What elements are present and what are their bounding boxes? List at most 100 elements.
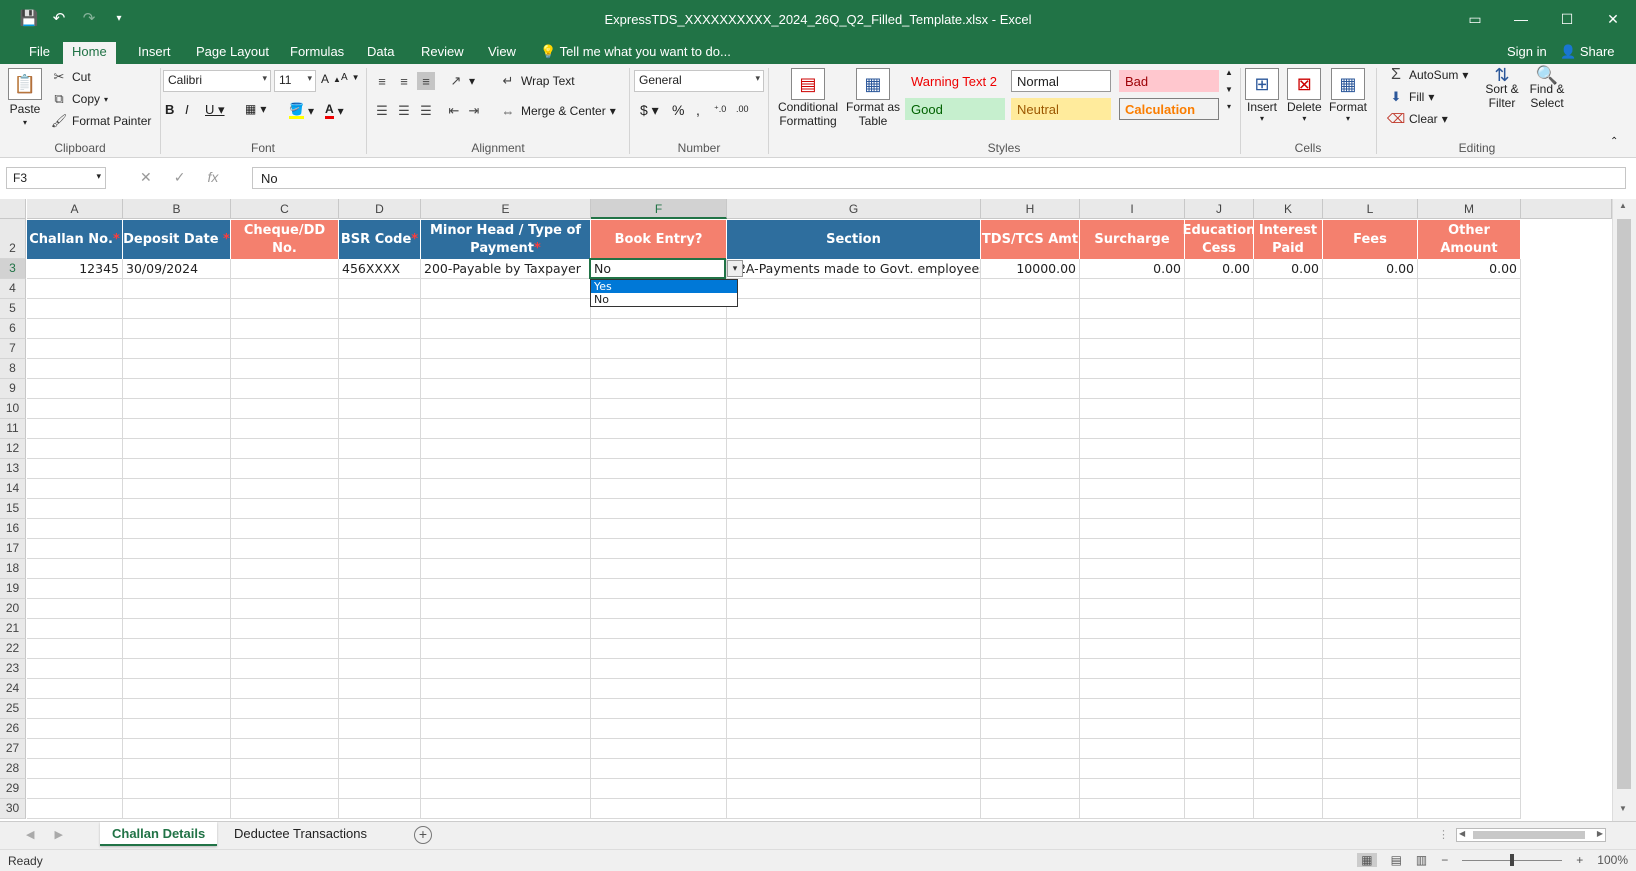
row-header-29[interactable]: 29 bbox=[0, 779, 26, 799]
cell[interactable] bbox=[27, 699, 123, 719]
cell[interactable] bbox=[339, 319, 421, 339]
enter-icon[interactable]: ✓ bbox=[174, 169, 186, 186]
cell[interactable] bbox=[1185, 399, 1254, 419]
cell[interactable] bbox=[231, 759, 339, 779]
page-break-view-icon[interactable]: ▥ bbox=[1416, 853, 1427, 867]
cell[interactable] bbox=[339, 599, 421, 619]
cell[interactable] bbox=[123, 799, 231, 819]
row-header-30[interactable]: 30 bbox=[0, 799, 26, 819]
row-header-10[interactable]: 10 bbox=[0, 399, 26, 419]
cell[interactable] bbox=[591, 799, 727, 819]
cell[interactable] bbox=[727, 499, 981, 519]
cell[interactable] bbox=[981, 599, 1080, 619]
cell[interactable] bbox=[231, 599, 339, 619]
format-painter-button[interactable]: 🖌 Format Painter bbox=[50, 112, 152, 130]
font-color-button[interactable]: A ▾ bbox=[325, 102, 344, 119]
currency-button[interactable]: $ ▾ bbox=[640, 102, 659, 119]
cell[interactable] bbox=[1080, 779, 1185, 799]
cell[interactable] bbox=[1418, 499, 1521, 519]
cell[interactable] bbox=[421, 439, 591, 459]
column-header-f[interactable]: F bbox=[591, 199, 727, 219]
cell[interactable] bbox=[1323, 599, 1418, 619]
cell[interactable] bbox=[339, 539, 421, 559]
cell[interactable] bbox=[421, 759, 591, 779]
cell[interactable] bbox=[339, 739, 421, 759]
cell[interactable] bbox=[339, 419, 421, 439]
cell[interactable] bbox=[1418, 519, 1521, 539]
header-cell-a[interactable]: Challan No.* bbox=[27, 220, 123, 259]
cell[interactable] bbox=[421, 459, 591, 479]
cell[interactable] bbox=[1323, 399, 1418, 419]
cell[interactable] bbox=[981, 739, 1080, 759]
column-header-a[interactable]: A bbox=[27, 199, 123, 219]
cell[interactable] bbox=[1418, 679, 1521, 699]
cell[interactable] bbox=[421, 339, 591, 359]
cell[interactable] bbox=[1254, 759, 1323, 779]
cell[interactable] bbox=[231, 399, 339, 419]
cell[interactable] bbox=[1323, 519, 1418, 539]
row-header-26[interactable]: 26 bbox=[0, 719, 26, 739]
bold-button[interactable]: B bbox=[165, 102, 174, 117]
cell[interactable] bbox=[1185, 559, 1254, 579]
cell[interactable] bbox=[727, 399, 981, 419]
cell[interactable] bbox=[591, 579, 727, 599]
cell[interactable] bbox=[27, 759, 123, 779]
cell[interactable] bbox=[1080, 459, 1185, 479]
cell[interactable] bbox=[1080, 279, 1185, 299]
cell[interactable] bbox=[27, 799, 123, 819]
tab-file[interactable]: File bbox=[20, 42, 59, 64]
styles-scroll[interactable]: ▲ ▼ ▾ bbox=[1225, 68, 1233, 111]
cell[interactable] bbox=[591, 459, 727, 479]
cell[interactable] bbox=[1185, 679, 1254, 699]
cell[interactable] bbox=[1080, 319, 1185, 339]
cell[interactable] bbox=[123, 599, 231, 619]
header-cell-h[interactable]: TDS/TCS Amt bbox=[981, 220, 1080, 259]
merge-center-button[interactable]: ⇔ Merge & Center ▾ bbox=[499, 102, 616, 120]
cell[interactable] bbox=[1080, 639, 1185, 659]
cell[interactable] bbox=[981, 799, 1080, 819]
ribbon-display-icon[interactable]: ▭ bbox=[1452, 0, 1498, 38]
formula-input[interactable]: No bbox=[252, 167, 1626, 189]
cell[interactable] bbox=[1323, 699, 1418, 719]
cell-b3[interactable]: 30/09/2024 bbox=[123, 259, 231, 279]
cell[interactable] bbox=[1254, 459, 1323, 479]
cell[interactable] bbox=[339, 359, 421, 379]
cell[interactable] bbox=[727, 779, 981, 799]
cell[interactable] bbox=[727, 639, 981, 659]
cell[interactable] bbox=[421, 519, 591, 539]
cell[interactable] bbox=[339, 339, 421, 359]
cell[interactable] bbox=[981, 659, 1080, 679]
cell[interactable] bbox=[421, 319, 591, 339]
row-header-17[interactable]: 17 bbox=[0, 539, 26, 559]
tab-page-layout[interactable]: Page Layout bbox=[187, 42, 278, 64]
cell[interactable] bbox=[123, 399, 231, 419]
cell[interactable] bbox=[981, 439, 1080, 459]
cell[interactable] bbox=[981, 519, 1080, 539]
copy-button[interactable]: ⧉ Copy ▾ bbox=[50, 90, 108, 108]
cell[interactable] bbox=[591, 679, 727, 699]
cell[interactable] bbox=[1418, 579, 1521, 599]
cell[interactable] bbox=[231, 499, 339, 519]
percent-button[interactable]: % bbox=[672, 102, 684, 118]
cell[interactable] bbox=[421, 799, 591, 819]
row-header-28[interactable]: 28 bbox=[0, 759, 26, 779]
insert-cells-button[interactable]: ⊞ Insert ▾ bbox=[1245, 68, 1279, 123]
cell[interactable] bbox=[339, 659, 421, 679]
tab-view[interactable]: View bbox=[479, 42, 525, 64]
cell[interactable] bbox=[123, 499, 231, 519]
grow-font-button[interactable]: A ▲ bbox=[321, 72, 341, 86]
cell[interactable] bbox=[421, 559, 591, 579]
cell[interactable] bbox=[1185, 699, 1254, 719]
cell[interactable] bbox=[1080, 559, 1185, 579]
cell[interactable] bbox=[1323, 619, 1418, 639]
cell[interactable] bbox=[981, 719, 1080, 739]
cell[interactable] bbox=[981, 339, 1080, 359]
cell[interactable] bbox=[727, 539, 981, 559]
cell[interactable] bbox=[1254, 299, 1323, 319]
cell[interactable] bbox=[1254, 319, 1323, 339]
cell[interactable] bbox=[421, 659, 591, 679]
cell[interactable] bbox=[421, 679, 591, 699]
cell[interactable] bbox=[421, 399, 591, 419]
cut-button[interactable]: ✂ Cut bbox=[50, 68, 91, 86]
cell[interactable] bbox=[1418, 719, 1521, 739]
